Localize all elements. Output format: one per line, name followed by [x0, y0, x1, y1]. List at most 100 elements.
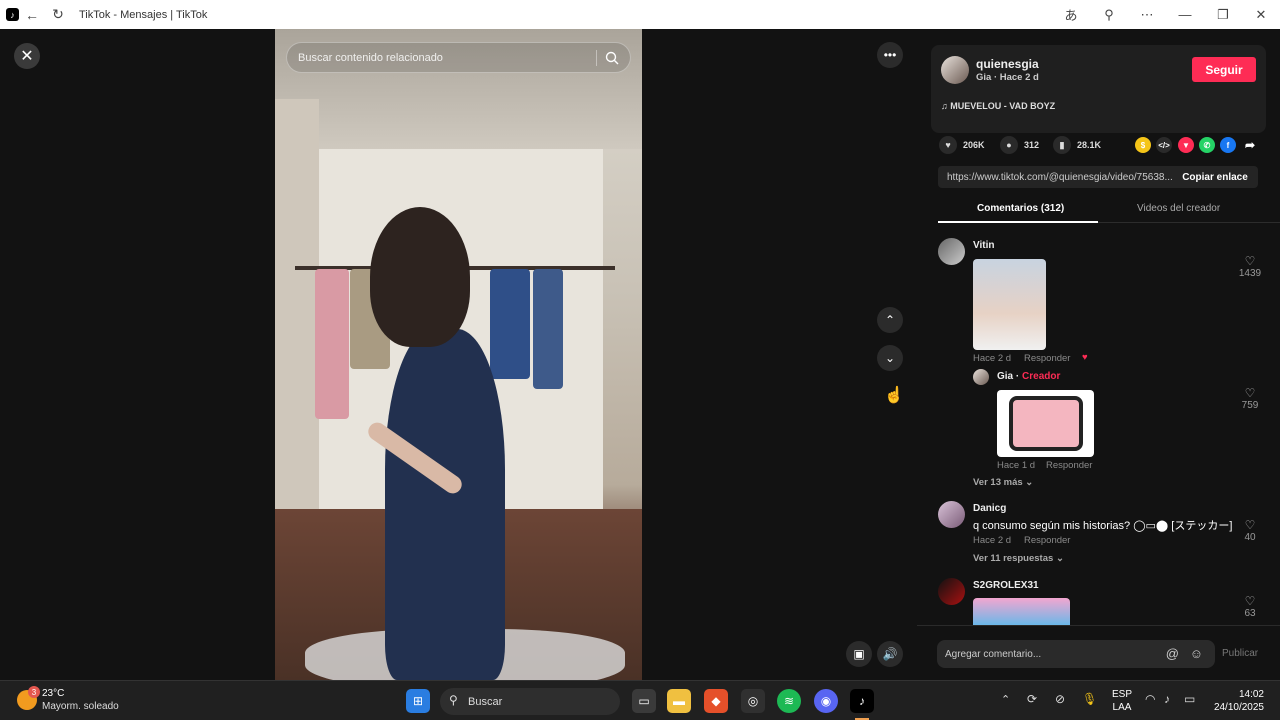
comment-image[interactable] [973, 598, 1070, 625]
video-scene-cloth [315, 269, 349, 419]
reply-button[interactable]: Responder [1024, 353, 1070, 364]
language-indicator[interactable]: ESP LAA [1112, 688, 1132, 714]
video-scene-cloth [490, 269, 530, 379]
discord-icon[interactable]: ◉ [814, 689, 838, 713]
sync-icon[interactable]: ⟳ [1027, 692, 1037, 706]
weather-desc[interactable]: Mayorm. soleado [42, 701, 119, 712]
save-stat[interactable]: ▮ 28.1K [1053, 136, 1101, 154]
reply-reply-button[interactable]: Responder [1046, 460, 1092, 471]
window-title: TikTok - Mensajes | TikTok [79, 8, 208, 21]
related-search-input[interactable]: Buscar contenido relacionado [286, 42, 631, 73]
video-link-box[interactable]: https://www.tiktok.com/@quienesgia/video… [938, 166, 1258, 188]
battery-icon[interactable]: ▭ [1184, 692, 1195, 706]
spotify-icon[interactable]: ≋ [777, 689, 801, 713]
comment-like[interactable]: ♡ 40 [1235, 518, 1265, 543]
restore-icon[interactable]: ❐ [1204, 2, 1242, 28]
search-icon[interactable] [604, 50, 620, 66]
like-count: 206K [963, 140, 985, 150]
author-avatar[interactable] [941, 56, 969, 84]
comment-like[interactable]: ♡ 1439 [1235, 254, 1265, 279]
file-explorer-icon[interactable]: ▬ [667, 689, 691, 713]
commenter-name[interactable]: Danicg [973, 503, 1006, 514]
video-stage: ✕ Buscar contenido relacionado ••• ⌃ ⌄ ☝… [0, 29, 917, 680]
back-icon[interactable]: ← [19, 2, 45, 28]
commenter-avatar[interactable] [938, 578, 965, 605]
view-more-replies[interactable]: Ver 13 más ⌄ [973, 477, 1033, 488]
reply-author-name: Gia [997, 371, 1014, 382]
author-username[interactable]: quienesgia [976, 57, 1039, 71]
comment-count: 312 [1024, 140, 1040, 150]
tiktok-app-icon[interactable]: ♪ [850, 689, 874, 713]
like-stat[interactable]: ♥ 206K [939, 136, 985, 154]
commenter-avatar[interactable] [938, 238, 965, 265]
comment-like-count: 63 [1244, 608, 1256, 619]
chrome-icon[interactable]: ◎ [741, 689, 765, 713]
reply-avatar[interactable] [973, 369, 989, 385]
camera-off-icon[interactable]: ⊘ [1055, 692, 1065, 706]
publish-button[interactable]: Publicar [1222, 648, 1258, 659]
video-frame[interactable] [275, 29, 642, 680]
close-video-button[interactable]: ✕ [14, 43, 40, 69]
view-replies[interactable]: Ver 11 respuestas ⌄ [973, 553, 1064, 564]
search-icon: ⚲ [449, 693, 458, 707]
speaker-icon[interactable]: ♪ [1164, 692, 1170, 706]
wifi-icon[interactable]: ◠ [1145, 692, 1155, 706]
close-icon[interactable]: ✕ [1242, 2, 1280, 28]
windows-start-icon[interactable]: ⊞ [406, 689, 430, 713]
music-title: MUEVELOU - VAD BOYZ [950, 101, 1056, 111]
video-link: https://www.tiktok.com/@quienesgia/video… [947, 171, 1173, 183]
reply-like[interactable]: ♡ 759 [1235, 386, 1265, 411]
commenter-name[interactable]: S2GROLEX31 [973, 580, 1039, 591]
keyboard-layout: LAA [1112, 702, 1132, 713]
bookmark-icon: ▮ [1053, 136, 1071, 154]
send-to-friends-icon[interactable]: ▼ [1178, 137, 1194, 153]
coin-share-icon[interactable]: $ [1135, 137, 1151, 153]
emoji-icon[interactable]: ☺ [1190, 646, 1203, 661]
microphone-icon[interactable]: 🎙 [1082, 692, 1097, 706]
minimize-icon[interactable]: — [1166, 2, 1204, 28]
clock[interactable]: 14:02 24/10/2025 [1212, 688, 1264, 714]
mention-icon[interactable]: @ [1166, 646, 1179, 661]
task-view-icon[interactable]: ▭ [632, 689, 656, 713]
active-tab-indicator [938, 221, 1098, 223]
tab-creator-videos[interactable]: Videos del creador [1137, 203, 1220, 214]
comment-text: q consumo según mis historias? ◯▭⬤ [ステッカ… [973, 520, 1233, 532]
comment-like[interactable]: ♡ 63 [1235, 594, 1265, 619]
chevron-up-icon[interactable]: ⌃ [1001, 693, 1010, 706]
previous-video-button[interactable]: ⌃ [877, 307, 903, 333]
floating-player-button[interactable]: ▣ [846, 641, 872, 667]
commenter-avatar[interactable] [938, 501, 965, 528]
follow-button[interactable]: Seguir [1192, 57, 1256, 82]
share-arrow-icon[interactable]: ➦ [1242, 137, 1258, 153]
weather-temp[interactable]: 23°C [42, 688, 64, 699]
next-video-button[interactable]: ⌄ [877, 345, 903, 371]
zoom-icon[interactable]: ⚲ [1090, 2, 1128, 28]
music-row[interactable]: ♫ MUEVELOU - VAD BOYZ [941, 101, 1055, 111]
copy-link-button[interactable]: Copiar enlace [1172, 166, 1258, 188]
reply-sticker[interactable] [997, 390, 1094, 457]
taskbar-search[interactable]: ⚲ Buscar [440, 688, 620, 715]
chevron-down-icon: ⌄ [1055, 553, 1064, 564]
tab-comments[interactable]: Comentarios (312) [977, 203, 1064, 214]
refresh-icon[interactable]: ↻ [45, 2, 71, 28]
embed-icon[interactable]: </> [1156, 137, 1172, 153]
music-note-icon: ♫ [941, 101, 948, 111]
comment-input[interactable]: Agregar comentario... @ ☺ [937, 640, 1215, 668]
more-icon[interactable]: ⋯ [1128, 2, 1166, 28]
more-options-button[interactable]: ••• [877, 42, 903, 68]
whatsapp-icon[interactable]: ✆ [1199, 137, 1215, 153]
comment-stat[interactable]: ● 312 [1000, 136, 1039, 154]
reply-button[interactable]: Responder [1024, 535, 1070, 546]
save-count: 28.1K [1077, 140, 1102, 150]
read-aloud-icon[interactable]: あ [1052, 2, 1090, 28]
reply-author[interactable]: Gia · Creador [997, 371, 1060, 382]
volume-button[interactable]: 🔊 [877, 641, 903, 667]
search-divider [596, 50, 597, 66]
facebook-icon[interactable]: f [1220, 137, 1236, 153]
heart-icon: ♥ [939, 136, 957, 154]
related-search-placeholder: Buscar contenido relacionado [298, 51, 443, 64]
commenter-name[interactable]: Vitin [973, 240, 994, 251]
brave-browser-icon[interactable]: ◆ [704, 689, 728, 713]
video-scene-cloth [533, 269, 563, 389]
comment-image[interactable] [973, 259, 1046, 350]
